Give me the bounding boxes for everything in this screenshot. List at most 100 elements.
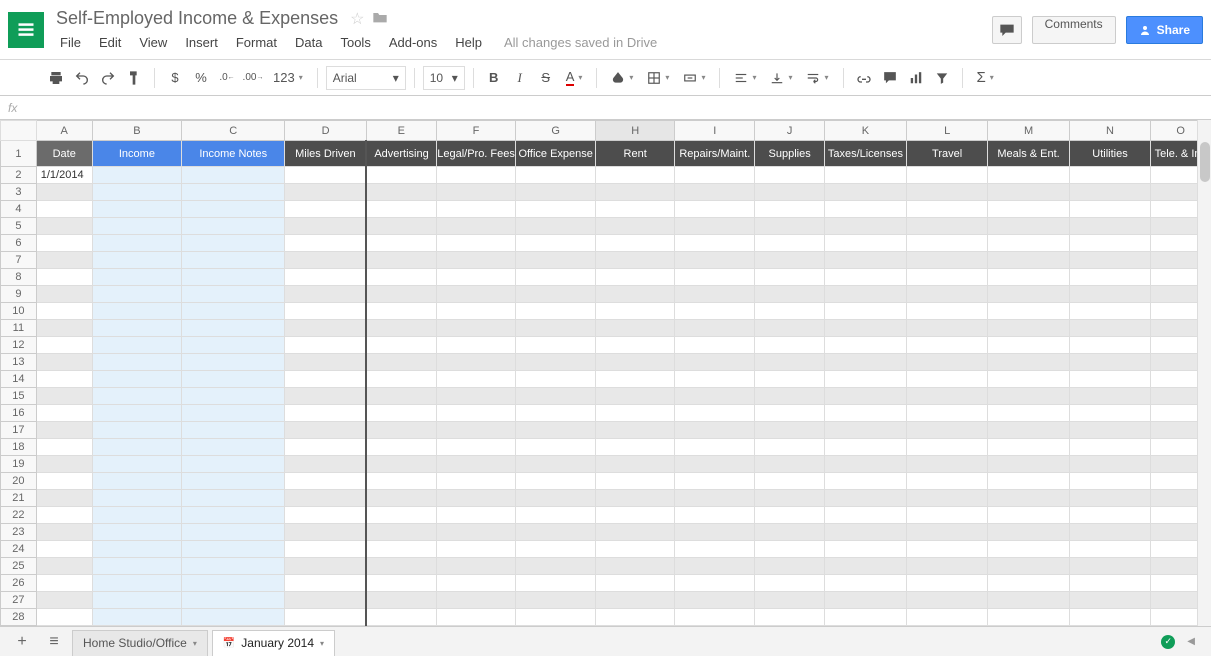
row-header-28[interactable]: 28 (1, 609, 37, 626)
cell-L4[interactable] (906, 201, 987, 218)
cell-N20[interactable] (1069, 473, 1151, 490)
cell-M10[interactable] (988, 303, 1069, 320)
cell-K4[interactable] (824, 201, 906, 218)
cell-G11[interactable] (516, 320, 596, 337)
cell-G5[interactable] (516, 218, 596, 235)
cell-C7[interactable] (182, 252, 285, 269)
cell-E26[interactable] (366, 575, 436, 592)
cell-J5[interactable] (755, 218, 825, 235)
cell-H28[interactable] (595, 609, 674, 626)
cell-A27[interactable] (36, 592, 92, 609)
column-header-N[interactable]: N (1069, 121, 1151, 141)
cell-L19[interactable] (906, 456, 987, 473)
cell-A16[interactable] (36, 405, 92, 422)
column-header-F[interactable]: F (436, 121, 516, 141)
cell-H8[interactable] (595, 269, 674, 286)
cell-C2[interactable] (182, 167, 285, 184)
cell-B18[interactable] (92, 439, 181, 456)
cell-F5[interactable] (436, 218, 516, 235)
cell-N12[interactable] (1069, 337, 1151, 354)
cell-J2[interactable] (755, 167, 825, 184)
cell-A7[interactable] (36, 252, 92, 269)
cell-M7[interactable] (988, 252, 1069, 269)
cell-D16[interactable] (285, 405, 366, 422)
cell-H24[interactable] (595, 541, 674, 558)
cell-I10[interactable] (675, 303, 755, 320)
cell-N6[interactable] (1069, 235, 1151, 252)
cell-J20[interactable] (755, 473, 825, 490)
cell-G25[interactable] (516, 558, 596, 575)
cell-B15[interactable] (92, 388, 181, 405)
cell-C25[interactable] (182, 558, 285, 575)
row-header-25[interactable]: 25 (1, 558, 37, 575)
cell-E9[interactable] (366, 286, 436, 303)
cell-I16[interactable] (675, 405, 755, 422)
cell-D20[interactable] (285, 473, 366, 490)
cell-H10[interactable] (595, 303, 674, 320)
menu-file[interactable]: File (52, 32, 89, 53)
cell-H19[interactable] (595, 456, 674, 473)
cell-C26[interactable] (182, 575, 285, 592)
column-header-D[interactable]: D (285, 121, 366, 141)
cell-M19[interactable] (988, 456, 1069, 473)
cell-F10[interactable] (436, 303, 516, 320)
cell-D17[interactable] (285, 422, 366, 439)
cell-A20[interactable] (36, 473, 92, 490)
comments-button[interactable]: Comments (1032, 16, 1116, 44)
cell-K27[interactable] (824, 592, 906, 609)
cell-K24[interactable] (824, 541, 906, 558)
select-all-cell[interactable] (1, 121, 37, 141)
cell-J24[interactable] (755, 541, 825, 558)
cell-D24[interactable] (285, 541, 366, 558)
cell-B3[interactable] (92, 184, 181, 201)
text-wrap-button[interactable]: ▾ (800, 66, 834, 90)
column-header-K[interactable]: K (824, 121, 906, 141)
insert-chart-icon[interactable] (904, 66, 928, 90)
header-cell-F[interactable]: Legal/Pro. Fees (436, 141, 516, 167)
cell-F3[interactable] (436, 184, 516, 201)
header-cell-J[interactable]: Supplies (755, 141, 825, 167)
cell-N14[interactable] (1069, 371, 1151, 388)
cell-L11[interactable] (906, 320, 987, 337)
cell-J11[interactable] (755, 320, 825, 337)
cell-K10[interactable] (824, 303, 906, 320)
cell-K8[interactable] (824, 269, 906, 286)
cell-N3[interactable] (1069, 184, 1151, 201)
cell-C23[interactable] (182, 524, 285, 541)
row-header-13[interactable]: 13 (1, 354, 37, 371)
cell-I8[interactable] (675, 269, 755, 286)
cell-C20[interactable] (182, 473, 285, 490)
strikethrough-button[interactable]: S (534, 66, 558, 90)
cell-J23[interactable] (755, 524, 825, 541)
cell-L13[interactable] (906, 354, 987, 371)
cell-I3[interactable] (675, 184, 755, 201)
decimal-decrease-button[interactable]: .0← (215, 66, 239, 90)
cell-D22[interactable] (285, 507, 366, 524)
cell-I13[interactable] (675, 354, 755, 371)
cell-L21[interactable] (906, 490, 987, 507)
cell-I14[interactable] (675, 371, 755, 388)
column-header-C[interactable]: C (182, 121, 285, 141)
explore-caret-icon[interactable]: ◀ (1187, 636, 1195, 647)
cell-N27[interactable] (1069, 592, 1151, 609)
row-header-24[interactable]: 24 (1, 541, 37, 558)
cell-J28[interactable] (755, 609, 825, 626)
undo-icon[interactable] (70, 66, 94, 90)
cell-C6[interactable] (182, 235, 285, 252)
cell-A14[interactable] (36, 371, 92, 388)
cell-A4[interactable] (36, 201, 92, 218)
cell-B8[interactable] (92, 269, 181, 286)
cell-A24[interactable] (36, 541, 92, 558)
cell-E6[interactable] (366, 235, 436, 252)
cell-E22[interactable] (366, 507, 436, 524)
cell-M20[interactable] (988, 473, 1069, 490)
cell-M2[interactable] (988, 167, 1069, 184)
cell-H2[interactable] (595, 167, 674, 184)
cell-G16[interactable] (516, 405, 596, 422)
cell-K25[interactable] (824, 558, 906, 575)
cell-A28[interactable] (36, 609, 92, 626)
cell-H3[interactable] (595, 184, 674, 201)
cell-L9[interactable] (906, 286, 987, 303)
sheet-tab-home-studio[interactable]: Home Studio/Office▾ (72, 630, 208, 656)
row-header-5[interactable]: 5 (1, 218, 37, 235)
